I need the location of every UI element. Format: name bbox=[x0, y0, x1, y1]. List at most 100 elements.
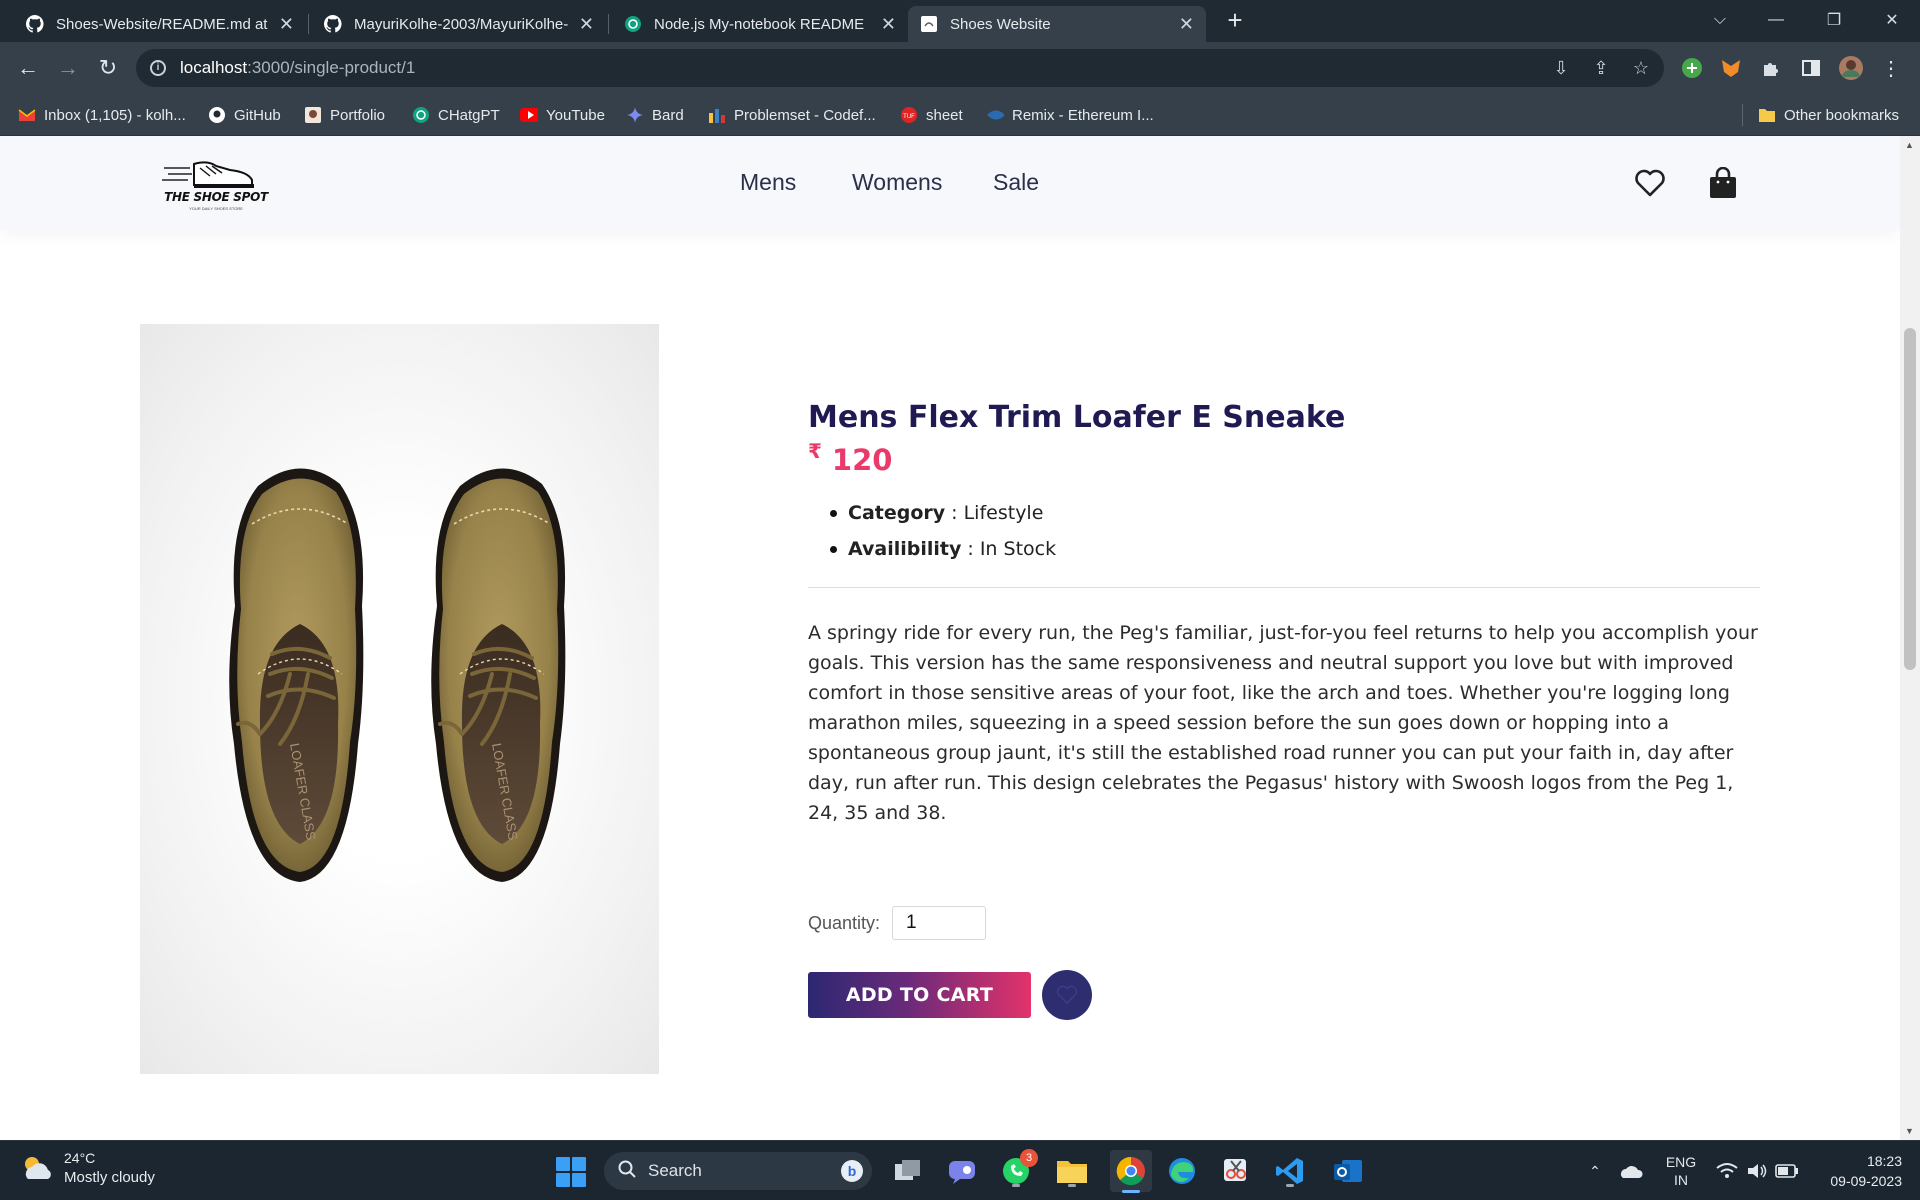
bookmark-github[interactable]: GitHub bbox=[208, 94, 281, 136]
metamask-fox-icon[interactable] bbox=[1718, 55, 1744, 81]
chatgpt-icon bbox=[624, 15, 642, 33]
search-label: Search bbox=[648, 1161, 702, 1180]
browser-toolbar: ← → ↻ i localhost:3000/single-product/1 … bbox=[0, 42, 1920, 94]
bookmark-youtube[interactable]: YouTube bbox=[520, 94, 605, 136]
weather-widget[interactable]: 24°C Mostly cloudy bbox=[20, 1149, 155, 1187]
new-tab-button[interactable]: + bbox=[1220, 6, 1250, 36]
forward-arrow-icon[interactable]: → bbox=[54, 54, 82, 82]
close-tab-icon[interactable]: ✕ bbox=[881, 14, 896, 35]
profile-avatar[interactable] bbox=[1838, 55, 1864, 81]
windows-start-icon[interactable] bbox=[556, 1157, 586, 1187]
tab-mayuri-repo[interactable]: MayuriKolhe-2003/MayuriKolhe- ✕ bbox=[312, 6, 606, 42]
bookmark-label: Inbox (1,105) - kolh... bbox=[44, 106, 186, 124]
lang-region: IN bbox=[1674, 1172, 1688, 1188]
side-panel-icon[interactable] bbox=[1798, 55, 1824, 81]
other-bookmarks[interactable]: Other bookmarks bbox=[1758, 94, 1899, 136]
back-arrow-icon[interactable]: ← bbox=[14, 54, 42, 82]
nav-sale[interactable]: Sale bbox=[993, 169, 1039, 196]
volume-icon[interactable] bbox=[1742, 1141, 1772, 1200]
quantity-input[interactable] bbox=[892, 906, 987, 940]
file-explorer-icon[interactable] bbox=[1054, 1153, 1090, 1189]
bookmark-label: YouTube bbox=[546, 106, 605, 124]
minimize-icon[interactable]: — bbox=[1756, 0, 1796, 40]
add-to-cart-button[interactable]: ADD TO CART bbox=[808, 972, 1031, 1018]
tab-title: MayuriKolhe-2003/MayuriKolhe- bbox=[354, 15, 569, 33]
shoes-illustration: LOAFER CLASS LOAFER CLASS bbox=[229, 468, 566, 882]
reload-icon[interactable]: ↻ bbox=[94, 54, 122, 82]
scroll-down-arrow-icon[interactable]: ▼ bbox=[1905, 1126, 1914, 1136]
close-tab-icon[interactable]: ✕ bbox=[1179, 14, 1194, 35]
share-icon[interactable]: ⇪ bbox=[1586, 49, 1616, 87]
category-item: Category : Lifestyle bbox=[808, 495, 1760, 531]
tab-search-chevron-icon[interactable]: ⌵ bbox=[1700, 0, 1740, 40]
battery-icon[interactable] bbox=[1772, 1141, 1802, 1200]
snipping-tool-icon[interactable] bbox=[1218, 1153, 1254, 1189]
page-viewport: THE SHOE SPOT YOUR DAILY SHOES STORE Men… bbox=[0, 136, 1920, 1140]
system-clock[interactable]: 18:23 09-09-2023 bbox=[1802, 1151, 1902, 1191]
tab-shoes-website[interactable]: Shoes Website ✕ bbox=[908, 6, 1206, 42]
github-icon bbox=[324, 15, 342, 33]
page-scrollbar[interactable]: ▲ ▼ bbox=[1900, 136, 1920, 1140]
weather-condition: Mostly cloudy bbox=[64, 1169, 155, 1186]
details-divider bbox=[808, 587, 1760, 588]
address-bar[interactable]: i localhost:3000/single-product/1 ⇩ ⇪ ☆ bbox=[136, 49, 1664, 87]
bookmark-label: Other bookmarks bbox=[1784, 106, 1900, 124]
bookmark-label: sheet bbox=[926, 106, 963, 124]
outlook-icon[interactable] bbox=[1330, 1153, 1366, 1189]
kebab-menu-icon[interactable]: ⋮ bbox=[1878, 55, 1904, 81]
quantity-row: Quantity: bbox=[808, 906, 987, 940]
nav-mens[interactable]: Mens bbox=[740, 169, 796, 196]
bookmark-bard[interactable]: Bard bbox=[626, 94, 684, 136]
bookmark-chatgpt[interactable]: CHatgPT bbox=[412, 94, 500, 136]
site-logo[interactable]: THE SHOE SPOT YOUR DAILY SHOES STORE bbox=[160, 154, 272, 211]
bookmark-remix[interactable]: Remix - Ethereum I... bbox=[986, 94, 1154, 136]
teams-chat-icon[interactable] bbox=[944, 1153, 980, 1189]
youtube-icon bbox=[520, 106, 538, 124]
wishlist-heart-icon[interactable] bbox=[1634, 167, 1666, 199]
product-description: A springy ride for every run, the Peg's … bbox=[808, 622, 1758, 824]
bookmark-portfolio[interactable]: Portfolio bbox=[304, 94, 385, 136]
chrome-icon[interactable] bbox=[1110, 1150, 1152, 1193]
bookmark-label: GitHub bbox=[234, 106, 281, 124]
shopping-bag-icon[interactable] bbox=[1707, 167, 1739, 199]
windows-taskbar: 24°C Mostly cloudy Search b 3 ⌃ ENG IN 1… bbox=[0, 1140, 1920, 1200]
bookmark-label: Portfolio bbox=[330, 106, 386, 124]
close-tab-icon[interactable]: ✕ bbox=[579, 14, 594, 35]
whatsapp-icon[interactable]: 3 bbox=[998, 1149, 1038, 1189]
bookmark-sheet[interactable]: TUF sheet bbox=[900, 94, 963, 136]
task-view-icon[interactable] bbox=[890, 1153, 926, 1189]
onedrive-cloud-icon[interactable] bbox=[1616, 1141, 1646, 1200]
tab-node-notebook[interactable]: Node.js My-notebook README ✕ bbox=[612, 6, 908, 42]
tab-readme[interactable]: Shoes-Website/README.md at m ✕ bbox=[14, 6, 306, 42]
edge-icon[interactable] bbox=[1164, 1153, 1200, 1189]
scroll-up-arrow-icon[interactable]: ▲ bbox=[1905, 140, 1914, 150]
bookmarks-bar: Inbox (1,105) - kolh... GitHub Portfolio… bbox=[0, 94, 1920, 136]
vscode-icon[interactable] bbox=[1272, 1153, 1308, 1189]
restore-icon[interactable]: ❐ bbox=[1814, 0, 1854, 40]
site-info-icon[interactable]: i bbox=[150, 60, 166, 76]
running-indicator bbox=[1012, 1184, 1020, 1187]
active-indicator bbox=[1122, 1190, 1140, 1193]
close-tab-icon[interactable]: ✕ bbox=[279, 14, 294, 35]
left-shoe: LOAFER CLASS bbox=[229, 468, 364, 882]
codeforces-icon bbox=[708, 106, 726, 124]
close-window-icon[interactable]: ✕ bbox=[1872, 0, 1912, 40]
bookmarks-separator bbox=[1742, 104, 1743, 126]
language-indicator[interactable]: ENG IN bbox=[1656, 1141, 1706, 1200]
portfolio-icon bbox=[304, 106, 322, 124]
bookmark-codeforces[interactable]: Problemset - Codef... bbox=[708, 94, 876, 136]
extensions-puzzle-icon[interactable] bbox=[1758, 55, 1784, 81]
nav-womens[interactable]: Womens bbox=[852, 169, 942, 196]
extension-green-icon[interactable] bbox=[1679, 55, 1705, 81]
browser-tab-strip: Shoes-Website/README.md at m ✕ MayuriKol… bbox=[0, 0, 1920, 42]
bookmark-inbox[interactable]: Inbox (1,105) - kolh... bbox=[18, 94, 186, 136]
github-icon bbox=[208, 106, 226, 124]
bookmark-star-icon[interactable]: ☆ bbox=[1626, 49, 1656, 87]
install-app-icon[interactable]: ⇩ bbox=[1546, 49, 1576, 87]
wifi-icon[interactable] bbox=[1712, 1141, 1742, 1200]
show-hidden-icons-chevron-icon[interactable]: ⌃ bbox=[1580, 1141, 1610, 1200]
product-image: LOAFER CLASS LOAFER CLASS bbox=[140, 324, 659, 1074]
taskbar-search[interactable]: Search b bbox=[604, 1152, 872, 1190]
add-to-wishlist-button[interactable] bbox=[1042, 970, 1092, 1020]
scrollbar-thumb[interactable] bbox=[1904, 328, 1916, 670]
